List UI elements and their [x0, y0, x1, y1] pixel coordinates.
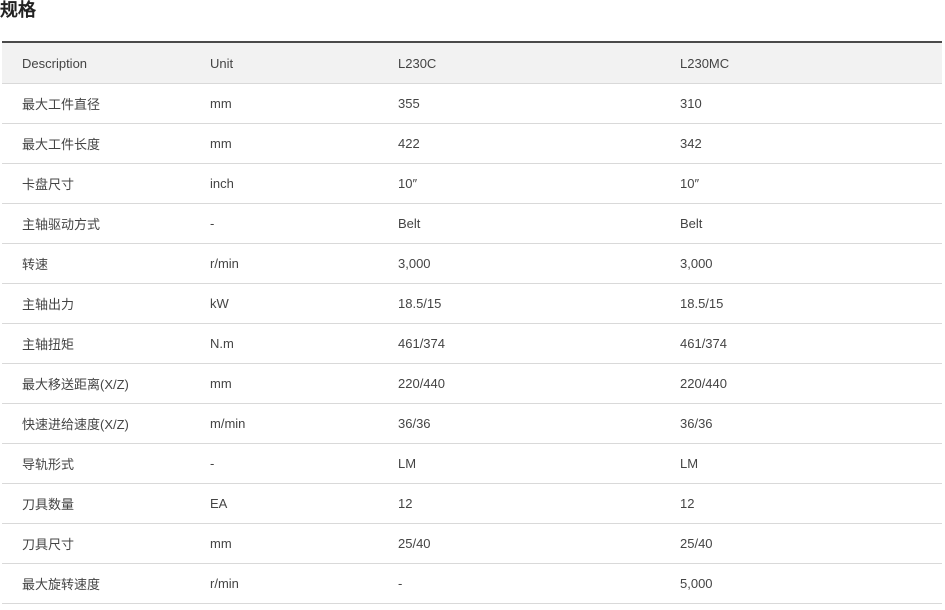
cell-l230mc: 461/374: [660, 323, 942, 364]
cell-description: 导轨形式: [2, 443, 190, 484]
cell-description: 刀具尺寸: [2, 523, 190, 564]
table-row: 快速进给速度(X/Z) m/min 36/36 36/36: [2, 403, 942, 444]
cell-unit: -: [190, 203, 378, 244]
table-header-row: Description Unit L230C L230MC: [2, 42, 942, 84]
cell-l230mc: 342: [660, 123, 942, 164]
cell-l230c: -: [378, 563, 660, 604]
cell-l230mc: 5,000: [660, 563, 942, 604]
page-title: 规格: [0, 0, 36, 21]
spec-table: Description Unit L230C L230MC 最大工件直径 mm 35…: [2, 41, 942, 604]
table-row: 最大工件长度 mm 422 342: [2, 123, 942, 164]
cell-l230c: 422: [378, 123, 660, 164]
cell-l230c: 12: [378, 483, 660, 524]
cell-l230mc: 36/36: [660, 403, 942, 444]
cell-l230c: 220/440: [378, 363, 660, 404]
table-row: 最大工件直径 mm 355 310: [2, 83, 942, 124]
cell-l230c: 3,000: [378, 243, 660, 284]
table-row: 主轴出力 kW 18.5/15 18.5/15: [2, 283, 942, 324]
cell-unit: kW: [190, 283, 378, 324]
cell-description: 卡盘尺寸: [2, 163, 190, 204]
cell-l230mc: 310: [660, 83, 942, 124]
cell-l230mc: 3,000: [660, 243, 942, 284]
cell-unit: mm: [190, 363, 378, 404]
cell-description: 刀具数量: [2, 483, 190, 524]
table-row: 主轴扭矩 N.m 461/374 461/374: [2, 323, 942, 364]
cell-l230c: 36/36: [378, 403, 660, 444]
cell-l230mc: 18.5/15: [660, 283, 942, 324]
cell-description: 主轴出力: [2, 283, 190, 324]
cell-l230c: 25/40: [378, 523, 660, 564]
cell-description: 转速: [2, 243, 190, 284]
cell-description: 最大工件长度: [2, 123, 190, 164]
cell-description: 最大移送距离(X/Z): [2, 363, 190, 404]
cell-description: 主轴驱动方式: [2, 203, 190, 244]
table-row: 刀具数量 EA 12 12: [2, 483, 942, 524]
cell-l230c: Belt: [378, 203, 660, 244]
cell-unit: mm: [190, 123, 378, 164]
cell-l230mc: LM: [660, 443, 942, 484]
table-row: 卡盘尺寸 inch 10″ 10″: [2, 163, 942, 204]
cell-l230mc: 12: [660, 483, 942, 524]
cell-description: 快速进给速度(X/Z): [2, 403, 190, 444]
cell-l230c: 10″: [378, 163, 660, 204]
cell-l230mc: 25/40: [660, 523, 942, 564]
cell-unit: r/min: [190, 563, 378, 604]
cell-l230c: 18.5/15: [378, 283, 660, 324]
cell-description: 最大旋转速度: [2, 563, 190, 604]
cell-description: 主轴扭矩: [2, 323, 190, 364]
cell-l230mc: 10″: [660, 163, 942, 204]
cell-unit: m/min: [190, 403, 378, 444]
table-row: 刀具尺寸 mm 25/40 25/40: [2, 523, 942, 564]
table-row: 最大旋转速度 r/min -5,000: [2, 563, 942, 604]
table-row: 主轴驱动方式 - Belt Belt: [2, 203, 942, 244]
cell-l230mc: 220/440: [660, 363, 942, 404]
cell-unit: mm: [190, 83, 378, 124]
cell-unit: -: [190, 443, 378, 484]
table-row: 转速 r/min 3,000 3,000: [2, 243, 942, 284]
header-description: Description: [2, 42, 190, 84]
header-unit: Unit: [190, 42, 378, 84]
table-row: 导轨形式 - LM LM: [2, 443, 942, 484]
cell-unit: EA: [190, 483, 378, 524]
table-row: 最大移送距离(X/Z) mm 220/440 220/440: [2, 363, 942, 404]
cell-description: 最大工件直径: [2, 83, 190, 124]
cell-unit: N.m: [190, 323, 378, 364]
cell-unit: mm: [190, 523, 378, 564]
cell-unit: r/min: [190, 243, 378, 284]
cell-l230c: 461/374: [378, 323, 660, 364]
cell-l230c: 355: [378, 83, 660, 124]
cell-l230mc: Belt: [660, 203, 942, 244]
cell-unit: inch: [190, 163, 378, 204]
cell-l230c: LM: [378, 443, 660, 484]
header-l230mc: L230MC: [660, 42, 942, 84]
header-l230c: L230C: [378, 42, 660, 84]
